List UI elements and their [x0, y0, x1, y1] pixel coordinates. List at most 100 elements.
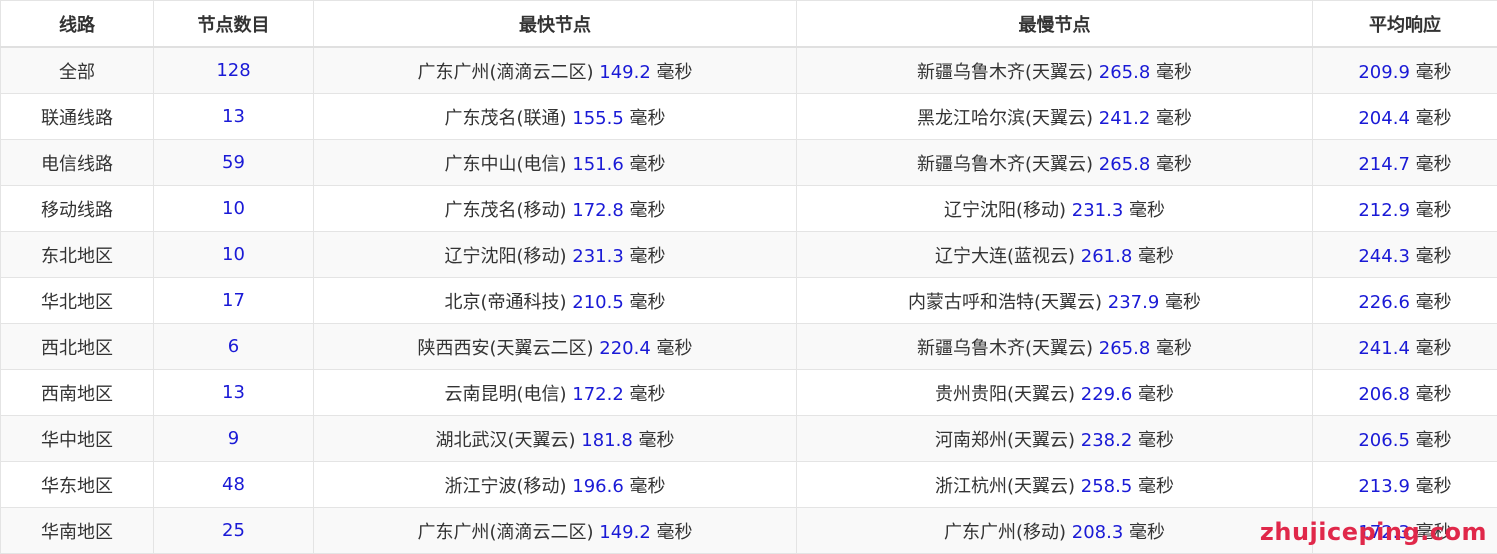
slowest-node-ms: 241.2 — [1098, 107, 1151, 129]
node-count-value: 59 — [222, 152, 245, 173]
node-count-value: 10 — [222, 198, 245, 219]
average-ms: 213.9 — [1358, 475, 1410, 497]
slowest-node-ms: 261.8 — [1080, 245, 1133, 267]
fastest-node-name: 广东广州(滴滴云二区) — [417, 521, 594, 543]
average-response-cell: 214.7 毫秒 — [1312, 139, 1497, 186]
average-response-cell: 213.9 毫秒 — [1312, 461, 1497, 508]
node-count-cell: 25 — [153, 507, 314, 554]
unit-label: 毫秒 — [1415, 429, 1452, 451]
header-node-count: 节点数目 — [153, 0, 314, 48]
slowest-node-ms: 231.3 — [1071, 199, 1124, 221]
unit-label: 毫秒 — [1138, 383, 1175, 405]
table-row: 电信线路 59 广东中山(电信) 151.6 毫秒 新疆乌鲁木齐(天翼云) 265.8… — [0, 139, 1497, 186]
line-cell: 移动线路 — [0, 185, 154, 232]
slowest-node-ms: 258.5 — [1080, 475, 1133, 497]
table-row: 西北地区 6 陕西西安(天翼云二区) 220.4 毫秒 新疆乌鲁木齐(天翼云) 265… — [0, 323, 1497, 370]
unit-label: 毫秒 — [656, 337, 693, 359]
fastest-node-cell: 北京(帝通科技) 210.5 毫秒 — [313, 277, 797, 324]
fastest-node-ms: 151.6 — [572, 153, 624, 175]
unit-label: 毫秒 — [1165, 291, 1202, 313]
average-ms: 206.8 — [1358, 383, 1410, 405]
table-row: 移动线路 10 广东茂名(移动) 172.8 毫秒 辽宁沈阳(移动) 231.3 毫秒… — [0, 185, 1497, 232]
fastest-node-cell: 广东广州(滴滴云二区) 149.2 毫秒 — [313, 507, 797, 554]
average-response-cell: 206.8 毫秒 — [1312, 369, 1497, 416]
speed-test-panel: 线路 节点数目 最快节点 最慢节点 平均响应 全部 128 广东广州(滴滴云二区) … — [0, 0, 1497, 554]
average-response-cell: 206.5 毫秒 — [1312, 415, 1497, 462]
unit-label: 毫秒 — [1156, 337, 1193, 359]
line-cell: 华南地区 — [0, 507, 154, 554]
fastest-node-name: 广东广州(滴滴云二区) — [417, 61, 594, 83]
average-response-cell: 209.9 毫秒 — [1312, 46, 1497, 94]
slowest-node-ms: 208.3 — [1071, 521, 1124, 543]
unit-label: 毫秒 — [638, 429, 675, 451]
average-ms: 212.9 — [1358, 199, 1410, 221]
fastest-node-ms: 149.2 — [599, 61, 651, 83]
average-ms: 172.3 — [1358, 521, 1410, 543]
fastest-node-ms: 149.2 — [599, 521, 651, 543]
slowest-node-cell: 贵州贵阳(天翼云) 229.6 毫秒 — [796, 369, 1313, 416]
fastest-node-ms: 210.5 — [572, 291, 624, 313]
unit-label: 毫秒 — [629, 107, 666, 129]
unit-label: 毫秒 — [629, 383, 666, 405]
average-ms: 241.4 — [1358, 337, 1410, 359]
fastest-node-name: 浙江宁波(移动) — [444, 475, 567, 497]
ping-results-table: 线路 节点数目 最快节点 最慢节点 平均响应 全部 128 广东广州(滴滴云二区) … — [0, 0, 1497, 554]
slowest-node-name: 辽宁大连(蓝视云) — [934, 245, 1076, 267]
table-row: 东北地区 10 辽宁沈阳(移动) 231.3 毫秒 辽宁大连(蓝视云) 261.8 毫… — [0, 231, 1497, 278]
line-cell: 西南地区 — [0, 369, 154, 416]
header-line: 线路 — [0, 0, 154, 48]
slowest-node-name: 浙江杭州(天翼云) — [934, 475, 1076, 497]
average-response-cell: 244.3 毫秒 — [1312, 231, 1497, 278]
node-count-cell: 17 — [153, 277, 314, 324]
table-row: 华东地区 48 浙江宁波(移动) 196.6 毫秒 浙江杭州(天翼云) 258.5 毫… — [0, 461, 1497, 508]
average-response-cell: 241.4 毫秒 — [1312, 323, 1497, 370]
unit-label: 毫秒 — [1138, 475, 1175, 497]
header-slowest-node: 最慢节点 — [796, 0, 1313, 48]
table-row: 全部 128 广东广州(滴滴云二区) 149.2 毫秒 新疆乌鲁木齐(天翼云) 265… — [0, 46, 1497, 94]
unit-label: 毫秒 — [629, 153, 666, 175]
slowest-node-name: 内蒙古呼和浩特(天翼云) — [907, 291, 1103, 313]
line-cell: 电信线路 — [0, 139, 154, 186]
unit-label: 毫秒 — [629, 245, 666, 267]
fastest-node-name: 广东茂名(联通) — [444, 107, 567, 129]
node-count-cell: 13 — [153, 93, 314, 140]
slowest-node-name: 新疆乌鲁木齐(天翼云) — [916, 61, 1094, 83]
fastest-node-cell: 广东中山(电信) 151.6 毫秒 — [313, 139, 797, 186]
slowest-node-name: 新疆乌鲁木齐(天翼云) — [916, 337, 1094, 359]
header-average-response: 平均响应 — [1312, 0, 1497, 48]
unit-label: 毫秒 — [1415, 291, 1452, 313]
node-count-value: 48 — [222, 474, 245, 495]
unit-label: 毫秒 — [1415, 199, 1452, 221]
fastest-node-name: 广东中山(电信) — [444, 153, 567, 175]
unit-label: 毫秒 — [1156, 107, 1193, 129]
slowest-node-cell: 浙江杭州(天翼云) 258.5 毫秒 — [796, 461, 1313, 508]
slowest-node-ms: 229.6 — [1080, 383, 1133, 405]
fastest-node-name: 陕西西安(天翼云二区) — [417, 337, 594, 359]
fastest-node-cell: 辽宁沈阳(移动) 231.3 毫秒 — [313, 231, 797, 278]
node-count-value: 9 — [227, 428, 240, 449]
fastest-node-cell: 浙江宁波(移动) 196.6 毫秒 — [313, 461, 797, 508]
node-count-value: 6 — [227, 336, 240, 357]
average-ms: 204.4 — [1358, 107, 1410, 129]
slowest-node-cell: 新疆乌鲁木齐(天翼云) 265.8 毫秒 — [796, 323, 1313, 370]
fastest-node-ms: 155.5 — [572, 107, 624, 129]
node-count-value: 10 — [222, 244, 245, 265]
slowest-node-ms: 265.8 — [1098, 337, 1151, 359]
unit-label: 毫秒 — [1129, 521, 1166, 543]
average-ms: 244.3 — [1358, 245, 1410, 267]
unit-label: 毫秒 — [629, 291, 666, 313]
table-row: 华中地区 9 湖北武汉(天翼云) 181.8 毫秒 河南郑州(天翼云) 238.2 毫… — [0, 415, 1497, 462]
average-ms: 214.7 — [1358, 153, 1410, 175]
line-cell: 华中地区 — [0, 415, 154, 462]
fastest-node-name: 北京(帝通科技) — [444, 291, 567, 313]
node-count-value: 25 — [222, 520, 245, 541]
fastest-node-cell: 广东广州(滴滴云二区) 149.2 毫秒 — [313, 46, 797, 94]
unit-label: 毫秒 — [1415, 475, 1452, 497]
unit-label: 毫秒 — [1415, 153, 1452, 175]
header-fastest-node: 最快节点 — [313, 0, 797, 48]
node-count-cell: 59 — [153, 139, 314, 186]
slowest-node-cell: 内蒙古呼和浩特(天翼云) 237.9 毫秒 — [796, 277, 1313, 324]
line-cell: 东北地区 — [0, 231, 154, 278]
unit-label: 毫秒 — [1415, 61, 1452, 83]
node-count-value: 17 — [222, 290, 245, 311]
